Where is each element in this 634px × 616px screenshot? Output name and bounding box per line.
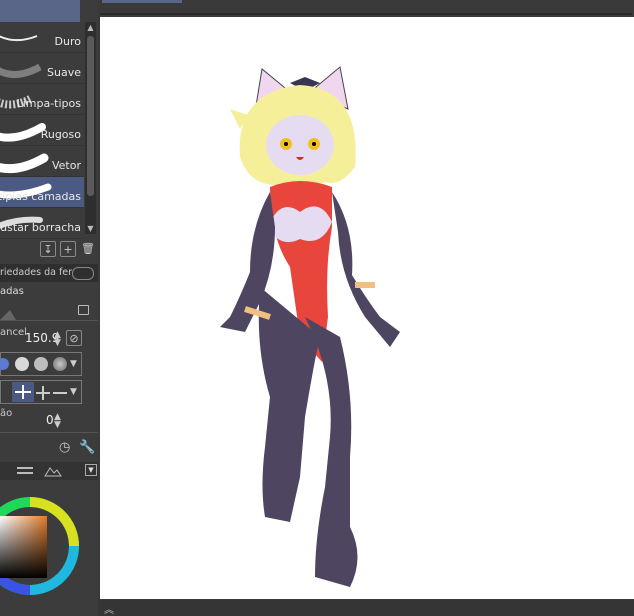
direction-selector[interactable]: ▼ bbox=[0, 380, 82, 404]
size-link-icon[interactable]: ⊘ bbox=[66, 330, 82, 346]
canvas-bottom-bar: ︽ bbox=[98, 600, 634, 616]
panel-toggle-icon[interactable] bbox=[72, 267, 94, 280]
brush-label: Ajustar borracha bbox=[0, 221, 81, 234]
lock-icon[interactable] bbox=[78, 305, 89, 315]
color-wheel[interactable] bbox=[0, 482, 82, 616]
brush-item-duro[interactable]: Duro bbox=[0, 22, 84, 53]
trash-icon[interactable]: 🗑 bbox=[80, 241, 96, 257]
wrench-icon[interactable]: 🔧 bbox=[79, 440, 95, 455]
brush-item-limpa-tipos[interactable]: Limpa-tipos bbox=[0, 84, 84, 115]
opacity-spinner[interactable]: ▲ ▼ bbox=[54, 413, 61, 430]
tip-hard-icon[interactable] bbox=[15, 357, 29, 371]
brush-label: Suave bbox=[47, 66, 81, 79]
panel-header-strip bbox=[0, 0, 80, 22]
scroll-up-icon[interactable]: ▲ bbox=[85, 22, 96, 33]
brush-item-vetor[interactable]: Vetor bbox=[0, 146, 84, 177]
brush-tools: ↧ + 🗑 bbox=[0, 238, 98, 260]
divider bbox=[100, 13, 632, 15]
brush-item-ajustar-borracha[interactable]: Ajustar borracha bbox=[0, 208, 84, 239]
brush-preview-icon bbox=[0, 310, 16, 320]
add-icon[interactable]: + bbox=[60, 241, 76, 257]
brush-list-scrollbar[interactable]: ▲ ▼ bbox=[85, 22, 96, 234]
brush-item-suave[interactable]: Suave bbox=[0, 53, 84, 84]
character-illustration bbox=[220, 66, 400, 587]
tip-medium-icon[interactable] bbox=[34, 357, 48, 371]
brush-label: Duro bbox=[54, 35, 81, 48]
brush-stroke-preview bbox=[0, 153, 49, 174]
canvas-top-bar bbox=[98, 0, 634, 17]
scrollbar-thumb[interactable] bbox=[87, 36, 94, 196]
tool-property-header-label: riedades da fer bbox=[0, 267, 73, 278]
direction-selected[interactable] bbox=[12, 382, 34, 402]
brush-tip-selector[interactable]: ▼ bbox=[0, 352, 82, 376]
divider bbox=[0, 432, 98, 433]
brush-label: Rugoso bbox=[40, 128, 81, 141]
divider bbox=[0, 320, 98, 321]
tool-property-header[interactable]: riedades da fer bbox=[0, 264, 98, 282]
opacity-value[interactable]: 0 bbox=[46, 413, 54, 427]
property-title: adas bbox=[0, 286, 24, 297]
color-slider-tab-icon[interactable] bbox=[16, 466, 34, 476]
drawing-canvas[interactable] bbox=[100, 17, 634, 599]
size-label: ancel bbox=[0, 327, 27, 338]
export-icon[interactable]: ↧ bbox=[40, 241, 56, 257]
cross-alt-icon[interactable] bbox=[35, 383, 69, 403]
chevron-up-icon[interactable]: ︽ bbox=[104, 601, 114, 616]
size-spinner[interactable]: ▲ ▼ bbox=[54, 331, 61, 348]
left-panel: Duro Suave Limpa-tipos Rugoso Vetor tipl… bbox=[0, 0, 98, 616]
brush-item-multiplas-camadas[interactable]: Múltiplas camadas bbox=[0, 177, 84, 208]
brush-label: Limpa-tipos bbox=[16, 97, 81, 110]
tip-custom-icon[interactable] bbox=[0, 358, 9, 370]
tip-soft-icon[interactable] bbox=[53, 357, 67, 371]
brush-label: Vetor bbox=[51, 159, 81, 172]
chevron-down-icon[interactable]: ▼ bbox=[70, 387, 77, 397]
chevron-down-icon[interactable]: ▼ bbox=[70, 359, 77, 369]
cross-icon bbox=[15, 385, 31, 399]
brush-stroke-preview bbox=[0, 35, 38, 42]
chevron-down-icon[interactable]: ▼ bbox=[85, 464, 97, 476]
scroll-down-icon[interactable]: ▼ bbox=[85, 223, 96, 234]
opacity-label: ão bbox=[0, 408, 13, 419]
brush-stroke-preview bbox=[0, 63, 42, 78]
brush-item-rugoso[interactable]: Rugoso bbox=[0, 115, 84, 146]
brush-label: Múltiplas camadas bbox=[0, 190, 81, 203]
canvas-tab[interactable] bbox=[102, 0, 182, 3]
clock-icon[interactable]: ◷ bbox=[59, 440, 70, 455]
color-panel-tabs: ▼ bbox=[0, 462, 98, 480]
brush-list: Duro Suave Limpa-tipos Rugoso Vetor tipl… bbox=[0, 22, 84, 239]
color-set-tab-icon[interactable] bbox=[44, 465, 62, 477]
